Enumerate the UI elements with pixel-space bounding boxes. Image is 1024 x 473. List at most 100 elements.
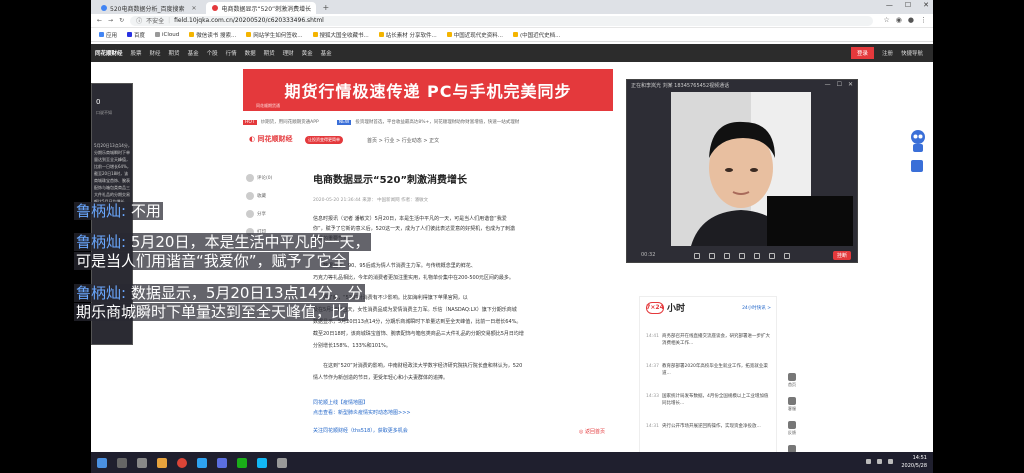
record-icon[interactable] <box>754 253 760 259</box>
bookmark-sohu[interactable]: 搜狐大国全收藏书... <box>312 31 369 39</box>
nav-item[interactable]: 理财 <box>283 49 294 57</box>
minimize-button[interactable]: — <box>886 1 893 9</box>
nav-item[interactable]: 数据 <box>245 49 256 57</box>
bookmark-label: (中国近代史档... <box>520 32 561 39</box>
bookmark-baidu[interactable]: 百度 <box>127 31 145 39</box>
quick-nav-link[interactable]: 快捷导航 <box>901 49 923 57</box>
tab-baidu-search[interactable]: 520电商数据分析_百度搜索 ✕ <box>95 2 202 14</box>
qq-icon[interactable] <box>257 457 267 468</box>
app-icon[interactable] <box>277 457 287 468</box>
bookmark-chinaz[interactable]: 站长素材 分享软件... <box>378 31 437 39</box>
share-tool[interactable]: 分享 <box>246 210 272 218</box>
subtitle-text-line2: 可是当人们用谐音“我爱你”，赋予了它全 <box>74 252 349 270</box>
epidemic-map-link[interactable]: 同花顺上线【疫情地图】 <box>313 398 411 408</box>
mic-icon[interactable] <box>709 253 715 259</box>
url-text[interactable]: field.10jqka.com.cn/20200520/c620333496.… <box>174 17 324 24</box>
nav-item[interactable]: 股票 <box>131 49 142 57</box>
maximize-button[interactable]: ☐ <box>837 81 842 88</box>
register-link[interactable]: 注册 <box>882 49 893 57</box>
float-label: 反馈 <box>788 430 796 435</box>
article-title: 电商数据显示“520”刺激消费增长 <box>313 175 468 186</box>
chrome-icon[interactable] <box>177 457 187 468</box>
self-video-pip[interactable] <box>767 196 853 246</box>
close-button[interactable]: ✕ <box>848 81 853 88</box>
feedback-icon <box>788 421 796 429</box>
back-icon[interactable]: ← <box>97 17 102 24</box>
task-view-icon[interactable] <box>137 457 147 468</box>
news-item[interactable]: 14:33 国家统计局发布数据，4月份全国规模以上工业增加值同比增长... <box>646 393 772 407</box>
nav-item[interactable]: 基金 <box>188 49 199 57</box>
explorer-icon[interactable] <box>157 457 167 468</box>
subtitle-text: 5月20日，本是生活中平凡的一天， <box>126 233 370 251</box>
start-icon[interactable] <box>97 457 107 468</box>
back-home-link[interactable]: ◎ 返回首页 <box>579 428 605 435</box>
news-item[interactable]: 14:41 商务部召开在线直播交流座谈会，研究部署进一步扩大消费相关工作... <box>646 333 772 347</box>
audio-icon[interactable] <box>694 253 700 259</box>
profile-icon[interactable]: ● <box>908 16 914 24</box>
new-link[interactable]: 投资理财首选，平台收益最高达8%+，同花顺理财助你财富增值，快速一站式理财 <box>355 119 519 125</box>
login-button[interactable]: 登录 <box>850 47 874 59</box>
app-icon[interactable] <box>197 457 207 468</box>
tab-title: 电商数据显示“520”刺激消费增长 <box>221 5 312 13</box>
chat-assistant-icon[interactable] <box>911 160 923 172</box>
more-icon[interactable] <box>784 253 790 259</box>
robot-assistant-icon[interactable] <box>908 128 928 154</box>
wechat-icon[interactable] <box>237 457 247 468</box>
menu-icon[interactable]: ⋮ <box>920 16 927 24</box>
favorite-tool[interactable]: 收藏 <box>246 192 272 200</box>
float-home[interactable]: 首页 <box>788 373 796 388</box>
search-icon[interactable] <box>117 457 127 468</box>
network-icon[interactable] <box>866 459 871 464</box>
hangup-button[interactable]: 挂断 <box>832 251 851 260</box>
star-icon[interactable]: ☆ <box>884 16 890 24</box>
nav-item[interactable]: 期货 <box>169 49 180 57</box>
volume-icon[interactable] <box>877 459 882 464</box>
site-nav-logo[interactable]: 同花顺财经 <box>95 49 123 57</box>
close-window-button[interactable]: ✕ <box>923 1 929 9</box>
nav-item[interactable]: 基金 <box>321 49 332 57</box>
baidu-icon <box>127 32 133 37</box>
news-724-more-link[interactable]: 24小时快讯 > <box>742 305 771 311</box>
ime-icon[interactable] <box>888 459 893 464</box>
screen-share-icon[interactable] <box>739 253 745 259</box>
ths-favicon-icon <box>212 5 219 11</box>
float-service[interactable]: 客服 <box>788 397 796 412</box>
nav-item[interactable]: 黄金 <box>302 49 313 57</box>
maximize-button[interactable]: ☐ <box>905 1 911 9</box>
float-feedback[interactable]: 反馈 <box>788 421 796 436</box>
follow-link[interactable]: 关注同花顺财经（ths518），获取更多机会 <box>313 427 408 434</box>
app-icon[interactable] <box>217 457 227 468</box>
tab-article[interactable]: 电商数据显示“520”刺激消费增长 ✕ <box>206 2 317 14</box>
hot-link[interactable]: 炒期货，用同花顺期货通APP <box>261 119 319 125</box>
bookmark-icloud[interactable]: iCloud <box>155 32 179 38</box>
bookmark-apps[interactable]: 应用 <box>99 31 117 39</box>
nav-item[interactable]: 财经 <box>150 49 161 57</box>
close-tab-icon[interactable]: ✕ <box>191 5 196 12</box>
reload-icon[interactable]: ↻ <box>119 17 124 24</box>
subtitle-line: 鲁柄灿: 5月20日，本是生活中平凡的一天， 可是当人们用谐音“我爱你”，赋予了… <box>74 233 372 271</box>
bookmark-history1[interactable]: 中国近现代史资料... <box>446 31 503 39</box>
nav-item[interactable]: 行情 <box>226 49 237 57</box>
comment-tool[interactable]: 评论(0) <box>246 174 272 182</box>
minimize-button[interactable]: — <box>825 81 831 88</box>
ad-banner[interactable]: 期货行情极速传递 PC与手机完美同步 <box>243 69 613 111</box>
camera-icon[interactable] <box>724 253 730 259</box>
screenshot-icon[interactable] <box>769 253 775 259</box>
omnibox[interactable]: ⓘ 不安全 | field.10jqka.com.cn/20200520/c62… <box>130 15 873 26</box>
chat-transcript: 5月20日13点14分，分期乐商城瞬时下单量达到至全天峰值，比前一日增长64%，… <box>94 143 132 202</box>
nav-item[interactable]: 个股 <box>207 49 218 57</box>
site-logo[interactable]: ◐ 同花顺财经 <box>249 134 293 144</box>
forward-icon[interactable]: → <box>108 17 113 24</box>
news-item[interactable]: 14:31 央行公开市场开展逆回购操作，实现资金净投放... <box>646 423 772 430</box>
new-tab-button[interactable]: + <box>322 2 329 14</box>
news-item[interactable]: 14:37 教育部部署2020年高校毕业生就业工作，拓宽就业渠道... <box>646 363 772 377</box>
nav-item[interactable]: 期货 <box>264 49 275 57</box>
news-text: 国家统计局发布数据，4月份全国规模以上工业增加值同比增长... <box>661 394 769 406</box>
extension-icon[interactable]: ◉ <box>896 16 902 24</box>
bookmark-school[interactable]: 网站学生如何签收... <box>246 31 303 39</box>
epidemic-realtime-link[interactable]: 点击查看：新型肺炎疫情实时动态地图>>> <box>313 408 411 418</box>
breadcrumb[interactable]: 首页 > 行业 > 行业动态 > 正文 <box>367 137 439 144</box>
bookmark-weread[interactable]: 微信读书 搜索... <box>189 31 236 39</box>
clock[interactable]: 14:51 2020/5/28 <box>901 454 927 470</box>
bookmark-history2[interactable]: (中国近代史档... <box>513 31 560 39</box>
